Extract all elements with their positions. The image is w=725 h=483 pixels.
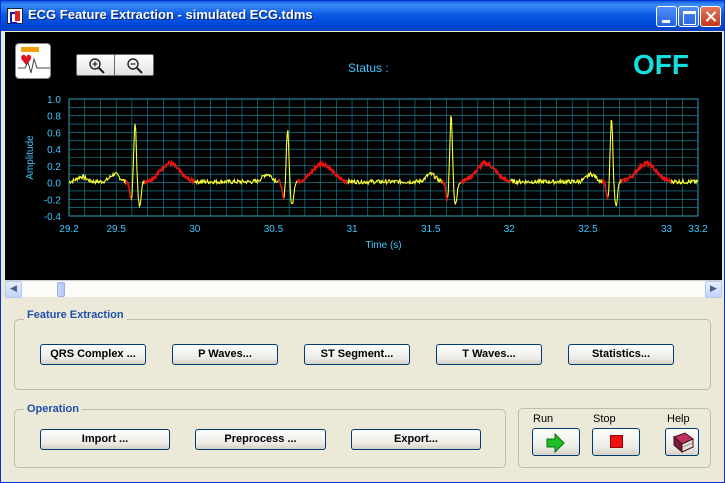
feature-extraction-title: Feature Extraction	[24, 309, 127, 321]
stop-button[interactable]	[592, 428, 640, 456]
export-button[interactable]: Export...	[351, 429, 481, 450]
x-tick-label: 29.2	[59, 224, 79, 235]
status-indicator: OFF	[633, 49, 689, 80]
maximize-button[interactable]	[678, 6, 699, 27]
stop-icon	[610, 435, 623, 448]
qrs-complex-button[interactable]: QRS Complex ...	[40, 344, 146, 365]
x-tick-label: 33	[661, 224, 673, 235]
zoom-in-button[interactable]	[76, 54, 116, 76]
graph-horizontal-scrollbar[interactable]: ◀ ▶	[5, 280, 722, 298]
zoom-out-icon	[127, 58, 143, 74]
x-tick-label: 33.2	[688, 224, 708, 235]
t-waves-button[interactable]: T Waves...	[436, 344, 542, 365]
y-tick-label: 1.0	[47, 95, 61, 106]
y-tick-label: -0.2	[44, 195, 62, 206]
y-axis-label: Amplitude	[25, 135, 36, 180]
x-axis-label: Time (s)	[365, 240, 401, 251]
preprocess-button[interactable]: Preprocess ...	[195, 429, 326, 450]
import-button[interactable]: Import ...	[40, 429, 170, 450]
x-tick-label: 30.5	[264, 224, 284, 235]
title-bar[interactable]: ECG Feature Extraction - simulated ECG.t…	[1, 1, 724, 31]
y-tick-label: -0.4	[44, 212, 62, 223]
x-tick-label: 32.5	[578, 224, 598, 235]
scroll-left-icon[interactable]: ◀	[5, 281, 22, 298]
app-window: ECG Feature Extraction - simulated ECG.t…	[0, 0, 725, 483]
x-tick-label: 29.5	[106, 224, 126, 235]
operation-title: Operation	[24, 403, 82, 415]
y-tick-label: 0.8	[47, 112, 61, 123]
p-waves-button[interactable]: P Waves...	[172, 344, 278, 365]
stop-label: Stop	[593, 413, 616, 425]
status-label: Status :	[348, 61, 389, 75]
st-segment-button[interactable]: ST Segment...	[304, 344, 410, 365]
run-button[interactable]	[532, 428, 580, 456]
help-label: Help	[667, 413, 690, 425]
ecg-graph-panel: 1.0 0.8 0.6 0.4 0.2 0.0 -0.2 -0.4 29.2 29.5 30 30.5…	[5, 32, 722, 280]
window-title: ECG Feature Extraction - simulated ECG.t…	[28, 7, 313, 22]
heart-logo-icon: ♥	[15, 43, 51, 79]
x-tick-label: 30	[189, 224, 201, 235]
scroll-right-icon[interactable]: ▶	[705, 281, 722, 298]
y-tick-label: 0.0	[47, 179, 61, 190]
close-button[interactable]	[700, 6, 721, 27]
run-label: Run	[533, 413, 554, 425]
x-tick-label: 32	[504, 224, 516, 235]
help-button[interactable]	[665, 428, 699, 456]
statistics-button[interactable]: Statistics...	[568, 344, 674, 365]
run-arrow-icon	[546, 432, 565, 454]
x-tick-label: 31	[346, 224, 358, 235]
zoom-out-button[interactable]	[114, 54, 154, 76]
y-tick-label: 0.6	[47, 128, 61, 139]
x-tick-label: 31.5	[421, 224, 441, 235]
y-tick-label: 0.4	[47, 145, 61, 156]
y-tick-label: 0.2	[47, 162, 61, 173]
minimize-button[interactable]	[656, 6, 677, 27]
app-icon[interactable]	[7, 8, 23, 24]
scroll-thumb[interactable]	[57, 282, 65, 297]
zoom-in-icon	[89, 58, 105, 74]
help-book-icon	[673, 432, 694, 454]
